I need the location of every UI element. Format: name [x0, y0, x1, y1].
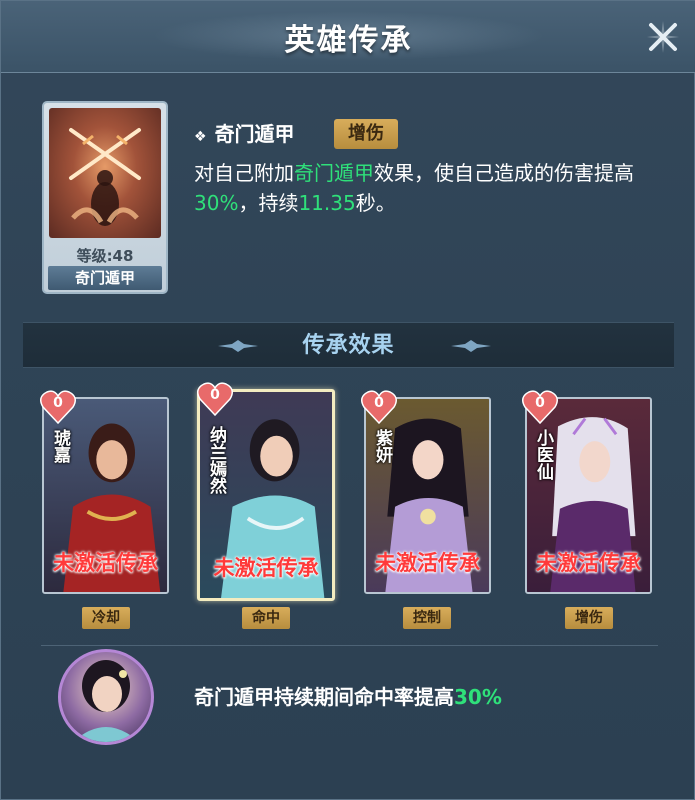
hero-tag: 控制 [403, 607, 451, 629]
divider [41, 645, 658, 646]
ornament-icon [451, 340, 491, 352]
skill-art [49, 108, 161, 238]
skill-title: ❖ 奇门遁甲 [194, 119, 295, 149]
hero-inheritance-panel: 英雄传承 等级:48 奇门遁甲 ❖ 奇门遁甲 增伤 对自己附加奇门遁甲效果，使自… [0, 0, 695, 800]
section-header: 传承效果 [23, 322, 674, 368]
desc-text: 效果，使自己造成的伤害提高 [374, 161, 634, 185]
header: 英雄传承 [1, 1, 695, 73]
hero-tag: 冷却 [82, 607, 130, 629]
hero-name: 小医仙 [533, 429, 553, 480]
hero-card-selected[interactable]: 纳兰嫣然 未激活传承 [197, 389, 335, 601]
close-button[interactable] [641, 15, 685, 59]
desc-highlight: 11.35 [298, 191, 356, 215]
desc-highlight: 30% [194, 191, 239, 215]
hero-tag: 增伤 [565, 607, 613, 629]
hero-name: 纳兰嫣然 [206, 426, 226, 494]
bonus-description: 奇门遁甲持续期间命中率提高30% [194, 681, 502, 710]
heart-count: 0 [535, 395, 545, 411]
desc-text: 秒。 [355, 191, 396, 215]
hero-tag: 命中 [242, 607, 290, 629]
hero-status: 未激活传承 [536, 551, 641, 575]
desc-highlight: 奇门遁甲 [294, 161, 374, 185]
skill-card[interactable]: 等级:48 奇门遁甲 [42, 101, 168, 294]
heart-badge: 0 [521, 389, 559, 425]
skill-tag: 增伤 [334, 119, 398, 149]
hero-status: 未激活传承 [213, 556, 319, 580]
diamond-icon: ❖ [194, 129, 207, 145]
crossed-swords-icon [69, 128, 141, 226]
heart-count: 0 [374, 395, 384, 411]
desc-text: ，持续 [238, 191, 299, 215]
heart-count: 0 [53, 395, 63, 411]
hero-status: 未激活传承 [53, 551, 158, 575]
desc-text: 对自己附加 [194, 161, 294, 185]
section-title: 传承效果 [302, 333, 395, 358]
hero-card[interactable]: 紫妍 未激活传承 [364, 397, 491, 594]
skill-level: 等级:48 [76, 247, 134, 265]
skill-name: 奇门遁甲 [214, 122, 295, 146]
hero-card[interactable]: 小医仙 未激活传承 [525, 397, 652, 594]
avatar[interactable] [58, 649, 154, 745]
close-icon [647, 21, 679, 53]
page-title: 英雄传承 [284, 23, 413, 58]
hero-name: 紫妍 [372, 429, 392, 463]
hero-card[interactable]: 琥嘉 未激活传承 [42, 397, 169, 594]
heart-badge: 0 [196, 381, 234, 417]
heart-badge: 0 [39, 389, 77, 425]
heart-count: 0 [210, 387, 220, 403]
heart-badge: 0 [360, 389, 398, 425]
hero-name: 琥嘉 [50, 429, 70, 463]
skill-card-name: 奇门遁甲 [48, 266, 162, 290]
hero-status: 未激活传承 [375, 551, 480, 575]
bonus-value: 30% [454, 685, 502, 709]
skill-description: 对自己附加奇门遁甲效果，使自己造成的伤害提高 30%，持续11.35秒。 [194, 158, 674, 218]
bonus-text: 奇门遁甲持续期间命中率提高 [194, 685, 454, 709]
hero-avatar-portrait [73, 660, 139, 742]
